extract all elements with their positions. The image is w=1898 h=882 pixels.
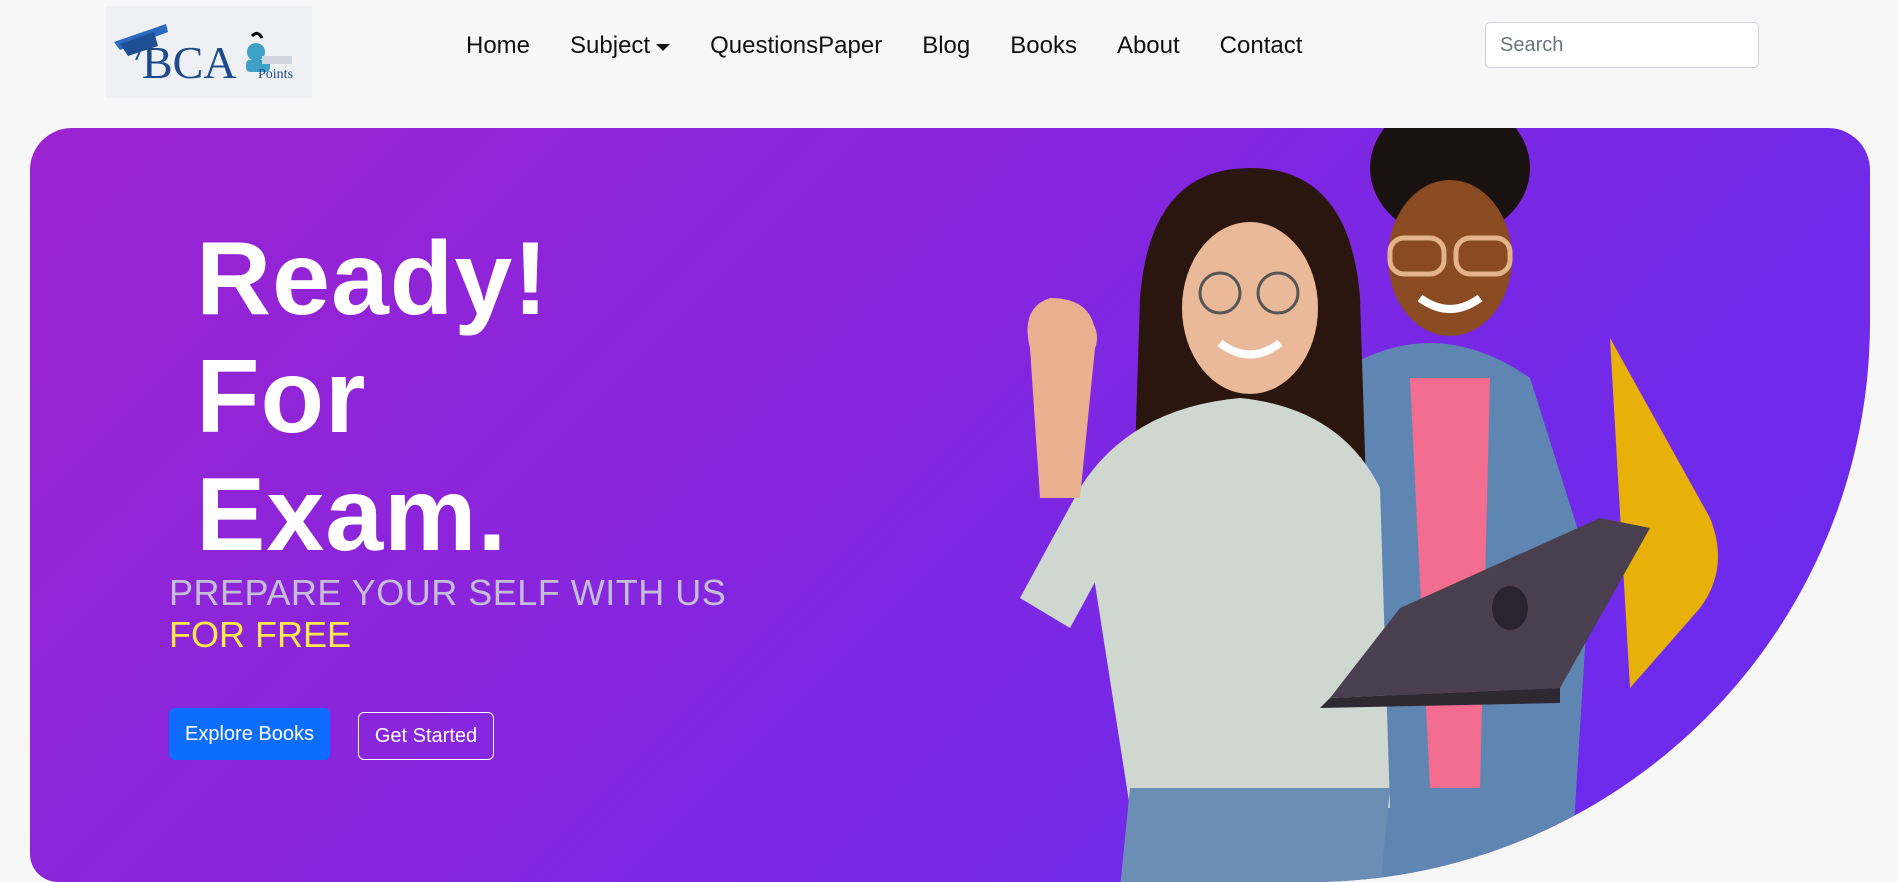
hero-headline: Ready! For Exam. bbox=[196, 220, 549, 574]
headline-line-3: Exam. bbox=[196, 457, 508, 573]
nav-blog[interactable]: Blog bbox=[922, 32, 970, 60]
students-illustration bbox=[1020, 128, 1718, 882]
caret-down-icon bbox=[656, 43, 671, 51]
headline-line-2: For bbox=[196, 339, 367, 455]
svg-text:BCA: BCA bbox=[142, 37, 237, 88]
explore-books-button[interactable]: Explore Books bbox=[169, 708, 330, 760]
hero-banner: Ready! For Exam. PREPARE YOUR SELF WITH … bbox=[30, 128, 1870, 882]
nav-books[interactable]: Books bbox=[1010, 32, 1077, 60]
get-started-button[interactable]: Get Started bbox=[358, 712, 494, 760]
nav-about[interactable]: About bbox=[1117, 32, 1180, 60]
nav-blog-label: Blog bbox=[922, 32, 971, 59]
nav-contact-label: Contact bbox=[1219, 32, 1303, 59]
nav-contact[interactable]: Contact bbox=[1220, 32, 1303, 60]
nav-subject-label: Subject bbox=[570, 32, 651, 59]
brand-logo[interactable]: BCA Points bbox=[106, 6, 312, 98]
headline-line-1: Ready! bbox=[196, 221, 549, 337]
main-nav: Home Subject QuestionsPaper Blog Books A… bbox=[466, 28, 1342, 64]
nav-questionspaper[interactable]: QuestionsPaper bbox=[710, 32, 882, 60]
search-input[interactable] bbox=[1485, 22, 1759, 68]
svg-text:Points: Points bbox=[258, 67, 293, 82]
nav-about-label: About bbox=[1116, 32, 1180, 59]
nav-books-label: Books bbox=[1010, 32, 1077, 59]
hero-tagline: PREPARE YOUR SELF WITH US bbox=[169, 572, 727, 613]
nav-home-label: Home bbox=[466, 32, 531, 59]
nav-home[interactable]: Home bbox=[466, 32, 530, 60]
nav-questionspaper-label: QuestionsPaper bbox=[710, 32, 883, 59]
graduation-cap-icon: BCA Points bbox=[114, 24, 293, 88]
hero-free-text: FOR FREE bbox=[169, 614, 352, 655]
nav-subject-dropdown[interactable]: Subject bbox=[570, 32, 671, 60]
